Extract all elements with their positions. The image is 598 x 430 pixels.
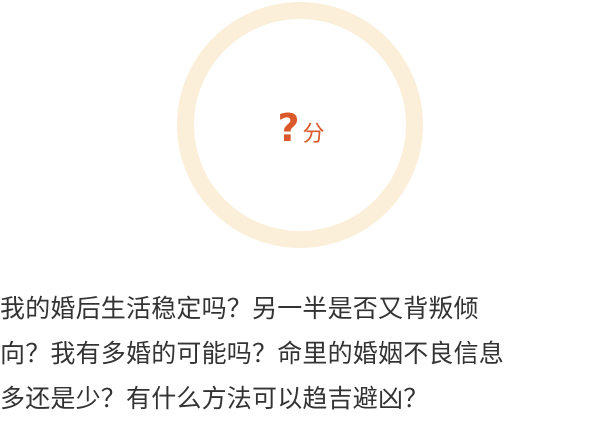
question-line-3: 多还是少？有什么方法可以趋吉避凶？ <box>0 384 429 413</box>
question-line-2: 向？我有多婚的可能吗？命里的婚姻不良信息 <box>0 339 505 368</box>
score-display: ? 分 <box>277 109 324 147</box>
score-number: ? <box>277 106 300 150</box>
score-ring: ? 分 <box>177 2 423 248</box>
score-unit: 分 <box>302 122 325 147</box>
question-text: 我的婚后生活稳定吗？另一半是否又背叛倾 向？我有多婚的可能吗？命里的婚姻不良信息… <box>0 286 598 421</box>
question-line-1: 我的婚后生活稳定吗？另一半是否又背叛倾 <box>0 294 479 323</box>
